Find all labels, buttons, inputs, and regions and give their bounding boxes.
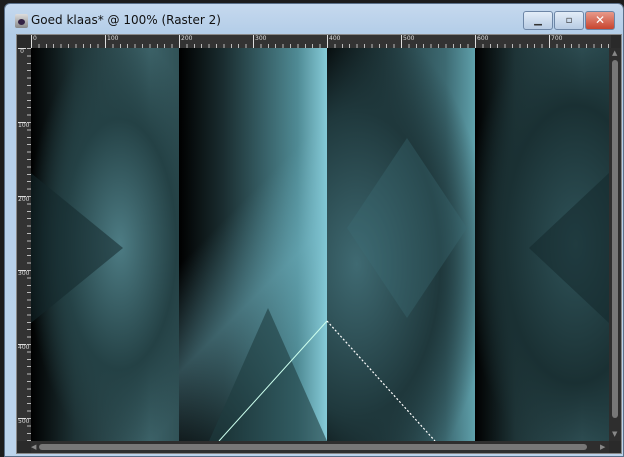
ruler-label: 200 (18, 196, 30, 203)
ruler-label: 500 (18, 418, 30, 425)
vertical-scrollbar[interactable]: ▲ ▼ (609, 48, 621, 441)
scroll-up-icon[interactable]: ▲ (612, 49, 617, 57)
image-window: Goed klaas* @ 100% (Raster 2) ▁ ▫ ✕ 0 10… (4, 3, 624, 457)
vertical-scroll-thumb[interactable] (612, 60, 618, 418)
minimize-button[interactable]: ▁ (523, 11, 553, 30)
ruler-label: 200 (179, 35, 192, 48)
scroll-right-icon[interactable]: ▶ (600, 443, 605, 451)
ruler-label: 600 (475, 35, 488, 48)
horizontal-scroll-thumb[interactable] (39, 444, 587, 450)
close-button[interactable]: ✕ (585, 11, 615, 30)
ruler-label: 500 (401, 35, 414, 48)
line-solid (218, 320, 328, 441)
ruler-label: 300 (18, 270, 30, 277)
selection-lines (218, 320, 436, 441)
vertical-ruler: 0 100 200 300 400 500 (17, 48, 31, 441)
ruler-label: 700 (549, 35, 562, 48)
ruler-label: 100 (105, 35, 118, 48)
scroll-down-icon[interactable]: ▼ (612, 430, 617, 438)
window-title: Goed klaas* @ 100% (Raster 2) (31, 13, 221, 27)
ruler-label: 300 (253, 35, 266, 48)
document-frame: 0 100 200 300 400 500 600 700 0 100 200 … (16, 34, 622, 454)
horizontal-ruler: 0 100 200 300 400 500 600 700 (31, 35, 611, 48)
line-dotted (326, 320, 436, 441)
ruler-label: 400 (18, 344, 30, 351)
app-icon (15, 14, 28, 28)
horizontal-scrollbar[interactable]: ◀ ▶ (31, 441, 609, 453)
ruler-label: 0 (18, 48, 26, 55)
image-canvas[interactable] (31, 48, 609, 441)
ruler-label: 400 (327, 35, 340, 48)
scroll-left-icon[interactable]: ◀ (31, 443, 36, 451)
ruler-label: 0 (31, 35, 37, 48)
maximize-button[interactable]: ▫ (554, 11, 584, 30)
ruler-label: 100 (18, 122, 30, 129)
